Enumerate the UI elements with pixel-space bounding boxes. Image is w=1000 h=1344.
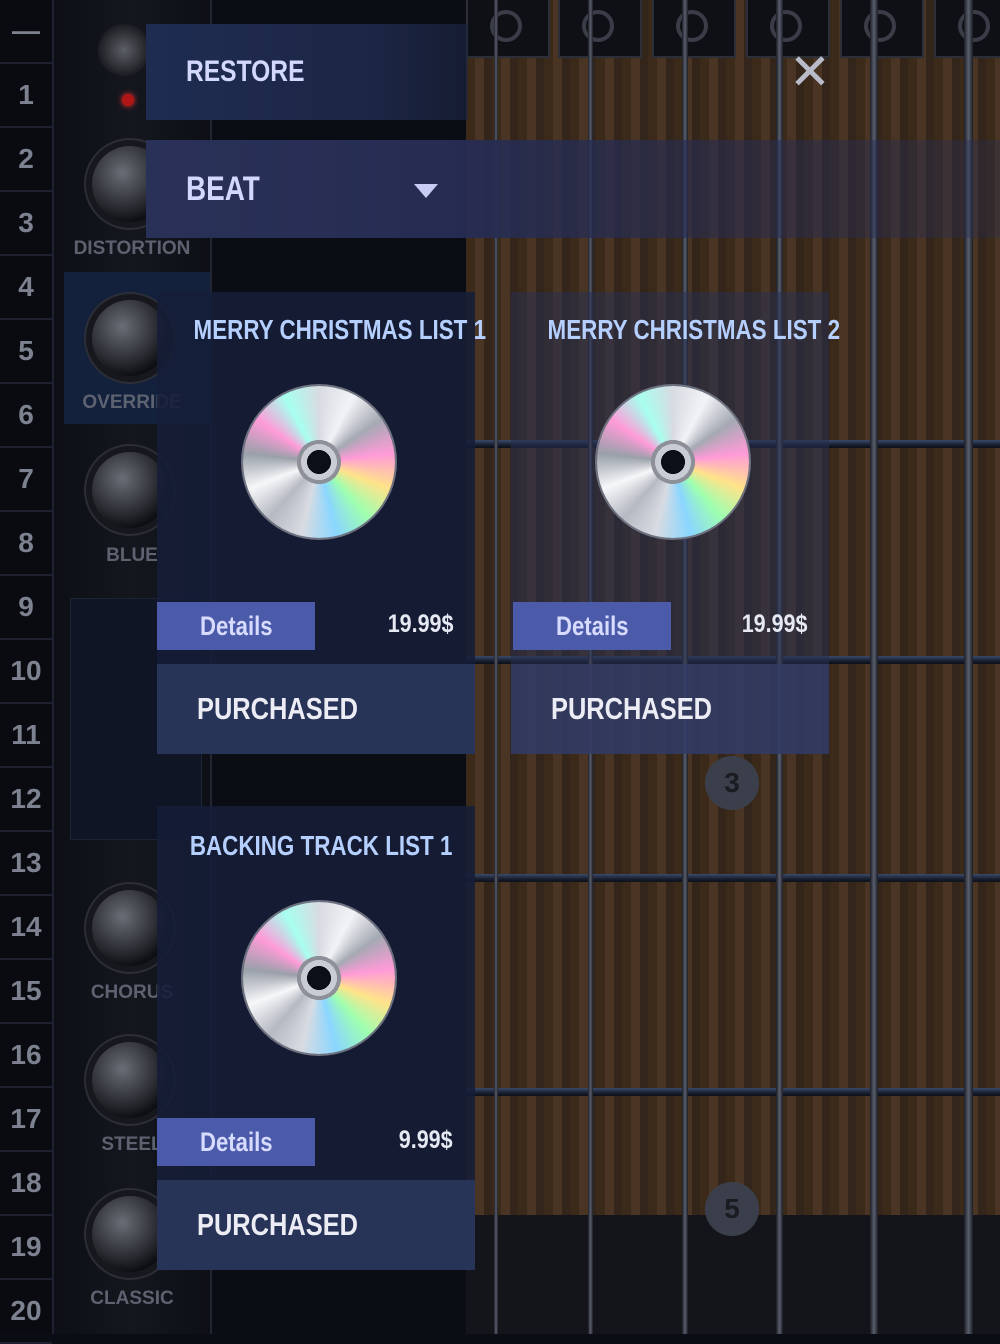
classic-label: CLASSIC <box>90 1288 174 1309</box>
product-card: BACKING TRACK LIST 1 Details 9.99$ PURCH… <box>157 806 475 1270</box>
fret-number[interactable]: 2 <box>0 128 52 192</box>
cd-icon <box>243 386 395 538</box>
fret-number[interactable]: — <box>0 0 52 64</box>
purchase-status[interactable]: PURCHASED <box>157 664 475 754</box>
fret-number[interactable]: 14 <box>0 896 52 960</box>
fret-number[interactable]: 6 <box>0 384 52 448</box>
restore-label: RESTORE <box>186 55 305 88</box>
fret-number[interactable]: 11 <box>0 704 52 768</box>
cd-icon <box>243 902 395 1054</box>
fret-marker: 5 <box>705 1182 759 1236</box>
purchased-label: PURCHASED <box>197 691 359 726</box>
product-card: MERRY CHRISTMAS LIST 2 Details 19.99$ PU… <box>511 292 841 754</box>
category-dropdown[interactable]: BEAT <box>146 140 1000 238</box>
tuning-peg <box>466 0 550 58</box>
power-toggle[interactable] <box>98 24 150 76</box>
chevron-down-icon[interactable] <box>414 184 438 198</box>
purchased-label: PURCHASED <box>197 1207 359 1242</box>
fret-number[interactable]: 9 <box>0 576 52 640</box>
fret-number[interactable]: 10 <box>0 640 52 704</box>
fret-wire <box>466 1088 1000 1096</box>
fret-number[interactable]: 5 <box>0 320 52 384</box>
fret-number[interactable]: 20 <box>0 1280 52 1344</box>
product-title: MERRY CHRISTMAS LIST 2 <box>547 314 841 345</box>
fret-number[interactable]: 3 <box>0 192 52 256</box>
purchased-label: PURCHASED <box>551 691 713 726</box>
purchase-status[interactable]: PURCHASED <box>157 1180 475 1270</box>
fret-number[interactable]: 7 <box>0 448 52 512</box>
fret-number[interactable]: 8 <box>0 512 52 576</box>
product-title: BACKING TRACK LIST 1 <box>189 830 453 861</box>
fret-number[interactable]: 4 <box>0 256 52 320</box>
product-price: 9.99$ <box>399 1126 453 1154</box>
cd-icon <box>597 386 749 538</box>
category-selected: BEAT <box>186 170 260 208</box>
fret-wire <box>466 874 1000 882</box>
restore-button[interactable]: RESTORE <box>146 24 468 120</box>
tuning-peg <box>840 0 924 58</box>
tuning-peg <box>652 0 736 58</box>
fret-number[interactable]: 17 <box>0 1088 52 1152</box>
fret-number[interactable]: 16 <box>0 1024 52 1088</box>
product-price: 19.99$ <box>741 610 807 638</box>
fret-marker: 3 <box>705 756 759 810</box>
details-button[interactable]: Details <box>157 602 315 650</box>
fret-number[interactable]: 18 <box>0 1152 52 1216</box>
purchase-status[interactable]: PURCHASED <box>511 664 829 754</box>
details-button[interactable]: Details <box>513 602 671 650</box>
fret-number[interactable]: 15 <box>0 960 52 1024</box>
tuning-peg <box>558 0 642 58</box>
fret-number-column: — 1 2 3 4 5 6 7 8 9 10 11 12 13 14 15 16… <box>0 0 54 1344</box>
fret-number[interactable]: 13 <box>0 832 52 896</box>
product-price: 19.99$ <box>387 610 453 638</box>
fret-number[interactable]: 12 <box>0 768 52 832</box>
fret-number[interactable]: 19 <box>0 1216 52 1280</box>
details-button[interactable]: Details <box>157 1118 315 1166</box>
power-led <box>122 94 134 106</box>
product-card: MERRY CHRISTMAS LIST 1 Details 19.99$ PU… <box>157 292 487 754</box>
fret-number[interactable]: 1 <box>0 64 52 128</box>
distortion-label: DISTORTION <box>73 238 191 259</box>
close-icon[interactable]: ✕ <box>786 47 834 97</box>
product-title: MERRY CHRISTMAS LIST 1 <box>193 314 487 345</box>
